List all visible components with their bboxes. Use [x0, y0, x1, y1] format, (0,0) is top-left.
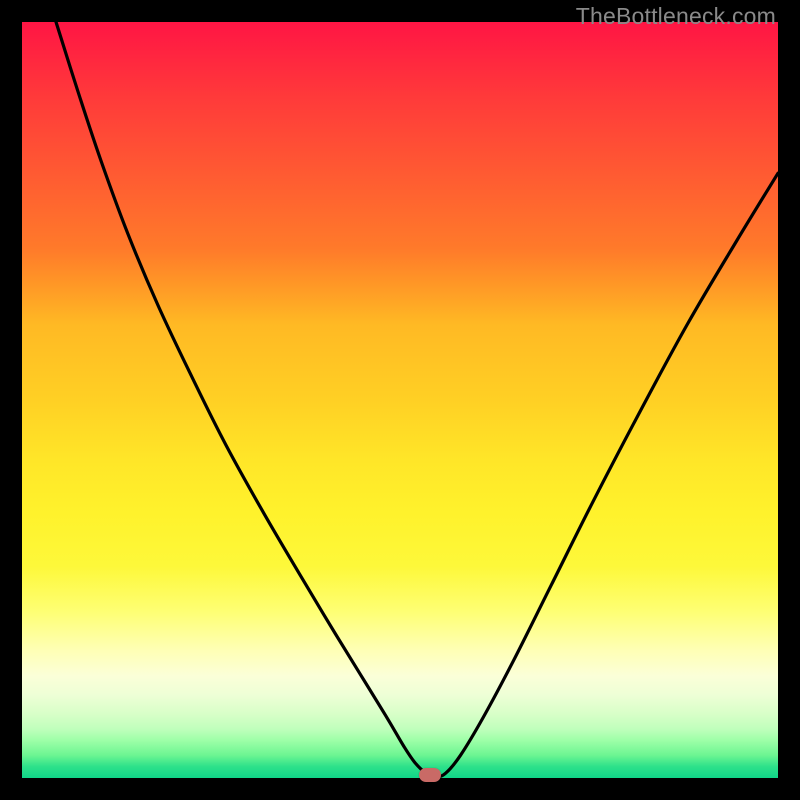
minimum-marker [419, 768, 441, 782]
watermark-text: TheBottleneck.com [576, 3, 776, 30]
chart-plot-area [22, 22, 778, 778]
